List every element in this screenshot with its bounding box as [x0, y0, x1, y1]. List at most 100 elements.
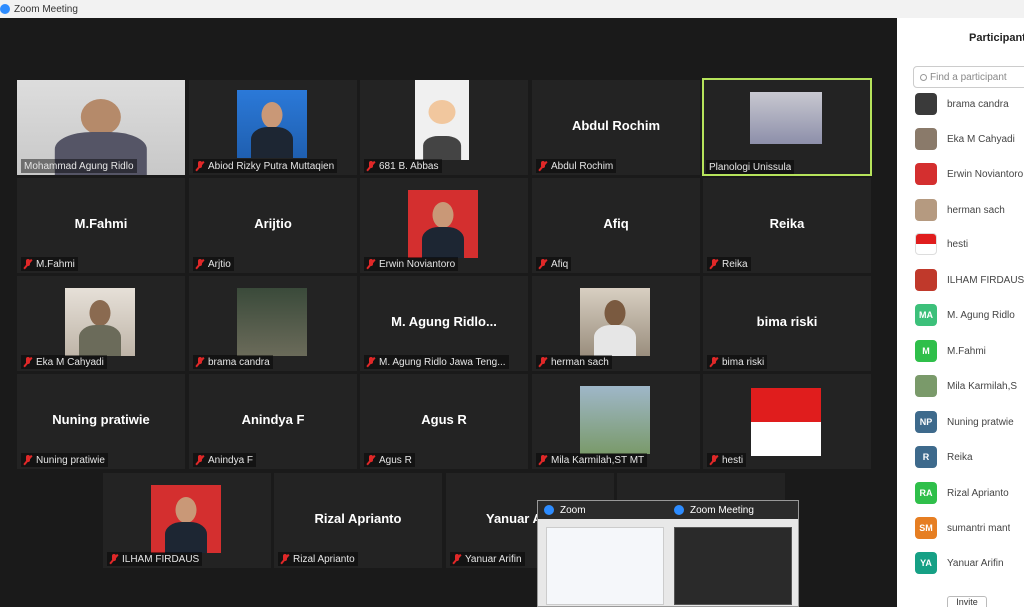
tile-label: Rizal Aprianto [278, 552, 358, 566]
participant-avatar: NP [915, 411, 937, 433]
preview-thumbnail-zoom[interactable] [546, 527, 664, 605]
participant-row[interactable]: SM sumantri mant [915, 516, 1024, 540]
invite-button[interactable]: Invite [947, 596, 987, 607]
preview-tab-zoom[interactable]: Zoom [538, 501, 668, 519]
video-tile[interactable]: bima riski bima riski [703, 276, 871, 371]
video-tile[interactable]: 681 B. Abbas [360, 80, 528, 175]
participant-name: Abdul Rochim [571, 118, 661, 133]
video-tile[interactable]: Arijtio Arjtio [189, 178, 357, 273]
tile-label: Arjtio [193, 257, 234, 271]
mic-muted-icon [453, 554, 461, 564]
mic-muted-icon [710, 357, 718, 367]
tile-label: Abiod Rizky Putra Muttaqien [193, 159, 338, 173]
participant-avatar: SM [915, 517, 937, 539]
video-tile[interactable]: hesti [703, 374, 871, 469]
tile-label: ILHAM FIRDAUS [107, 552, 203, 566]
tile-label: Anindya F [193, 453, 257, 467]
panel-title: Participants [969, 32, 1024, 44]
participant-row[interactable]: Erwin Noviantoro [915, 162, 1024, 186]
mic-muted-icon [24, 259, 32, 269]
participant-search-input[interactable]: Find a participant [913, 66, 1024, 88]
mic-muted-icon [281, 554, 289, 564]
participant-name: M. Agung Ridlo... [391, 314, 497, 329]
video-tile[interactable]: Eka M Cahyadi [17, 276, 185, 371]
participant-name: M.Fahmi [74, 216, 128, 231]
tile-label: Yanuar Arifin [450, 552, 525, 566]
video-tile[interactable]: Mila Karmilah,ST MT [532, 374, 700, 469]
participant-row[interactable]: Eka M Cahyadi [915, 127, 1024, 151]
tile-label: Agus R [364, 453, 415, 467]
participant-avatar [915, 269, 937, 291]
participant-row[interactable]: herman sach [915, 198, 1024, 222]
active-speaker-tile[interactable]: Planologi Unissula [702, 78, 872, 176]
mic-muted-icon [539, 161, 547, 171]
video-tile[interactable]: Erwin Noviantoro [360, 178, 528, 273]
video-tile[interactable]: Nuning pratiwie Nuning pratiwie [17, 374, 185, 469]
tile-label: Erwin Noviantoro [364, 257, 459, 271]
participant-row[interactable]: hesti [915, 232, 1024, 256]
participant-photo [237, 288, 307, 356]
mic-muted-icon [367, 357, 375, 367]
video-tile[interactable]: Mohammad Agung Ridlo [17, 80, 185, 175]
participant-row[interactable]: MA M. Agung Ridlo [915, 303, 1024, 327]
mic-muted-icon [539, 357, 547, 367]
video-tile[interactable]: herman sach [532, 276, 700, 371]
participant-photo [65, 288, 135, 356]
video-tile[interactable]: M.Fahmi M.Fahmi [17, 178, 185, 273]
window-title: Zoom Meeting [14, 3, 78, 15]
participant-name: Reika [769, 216, 805, 231]
tile-label: hesti [707, 453, 747, 467]
participant-row[interactable]: RA Rizal Aprianto [915, 481, 1024, 505]
participant-name: bima riski [756, 314, 818, 329]
tile-label: Mila Karmilah,ST MT [536, 453, 648, 467]
video-tile[interactable]: Abiod Rizky Putra Muttaqien [189, 80, 357, 175]
participant-row[interactable]: NP Nuning pratwie [915, 410, 1024, 434]
video-tile[interactable]: brama candra [189, 276, 357, 371]
mic-muted-icon [367, 259, 375, 269]
participant-avatar [915, 375, 937, 397]
mic-muted-icon [539, 259, 547, 269]
tile-label: Nuning pratiwie [21, 453, 108, 467]
participant-row[interactable]: brama candra [915, 92, 1024, 116]
video-tile[interactable]: ILHAM FIRDAUS [103, 473, 271, 568]
tile-label: M.Fahmi [21, 257, 78, 271]
mic-muted-icon [24, 357, 32, 367]
participant-name: Agus R [421, 412, 467, 427]
mic-muted-icon [196, 357, 204, 367]
participant-row[interactable]: Mila Karmilah,S [915, 374, 1024, 398]
video-tile[interactable]: Rizal Aprianto Rizal Aprianto [274, 473, 442, 568]
tile-label: herman sach [536, 355, 612, 369]
video-tile[interactable]: M. Agung Ridlo... M. Agung Ridlo Jawa Te… [360, 276, 528, 371]
participant-row[interactable]: R Reika [915, 445, 1024, 469]
taskbar-preview-popup: Zoom Zoom Meeting [537, 500, 799, 607]
video-tile[interactable]: Afiq Afiq [532, 178, 700, 273]
participant-row[interactable]: ILHAM FIRDAUS [915, 268, 1024, 292]
preview-thumbnail-meeting[interactable] [674, 527, 792, 605]
flag-image [751, 388, 821, 422]
video-tile[interactable]: Agus R Agus R [360, 374, 528, 469]
preview-tab-zoom-meeting[interactable]: Zoom Meeting [668, 501, 798, 519]
tile-label: Planologi Unissula [706, 160, 795, 174]
participant-avatar: YA [915, 552, 937, 574]
participant-row[interactable]: M M.Fahmi [915, 339, 1024, 363]
tile-label: brama candra [193, 355, 273, 369]
mic-muted-icon [710, 455, 718, 465]
video-tile[interactable]: Reika Reika [703, 178, 871, 273]
video-tile[interactable]: Anindya F Anindya F [189, 374, 357, 469]
participant-photo [580, 386, 650, 454]
participant-avatar: R [915, 446, 937, 468]
zoom-logo-icon [0, 4, 10, 14]
participant-photo [237, 90, 307, 158]
participant-row[interactable]: YA Yanuar Arifin [915, 551, 1024, 575]
participant-avatar [915, 128, 937, 150]
tile-label: Abdul Rochim [536, 159, 617, 173]
participant-avatar [915, 233, 937, 255]
participant-avatar [915, 93, 937, 115]
participant-avatar [915, 163, 937, 185]
video-tile[interactable]: Abdul Rochim Abdul Rochim [532, 80, 700, 175]
mic-muted-icon [710, 259, 718, 269]
participant-name: Arijtio [254, 216, 292, 231]
mic-muted-icon [24, 455, 32, 465]
participant-avatar: RA [915, 482, 937, 504]
tile-label: Eka M Cahyadi [21, 355, 107, 369]
